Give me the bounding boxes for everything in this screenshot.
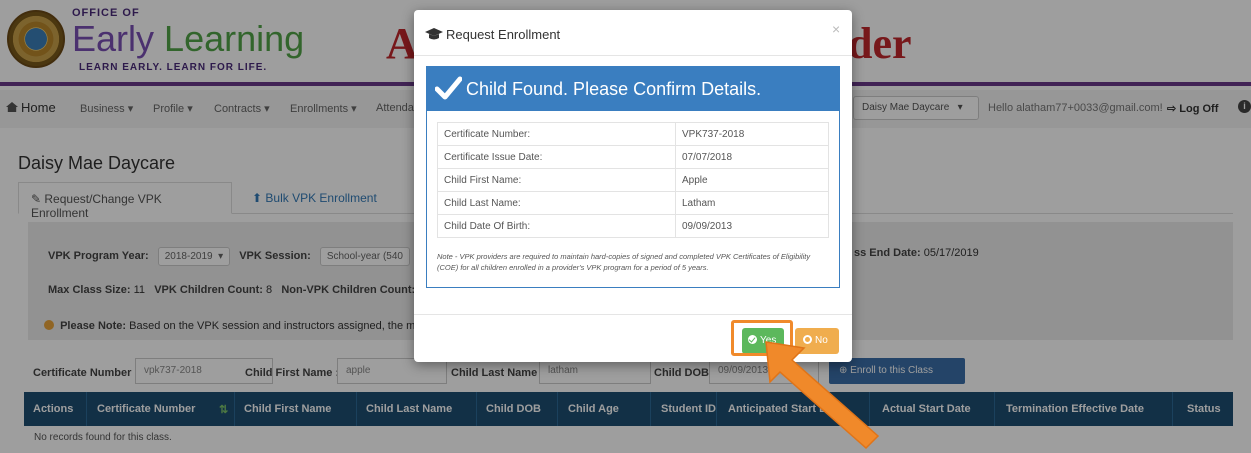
request-enrollment-modal: Request Enrollment × Child Found. Please… bbox=[414, 10, 852, 362]
table-row: Certificate Issue Date: 07/07/2018 bbox=[437, 145, 829, 169]
child-details-table: Certificate Number: VPK737-2018 Certifica… bbox=[437, 122, 829, 238]
child-found-banner: Child Found. Please Confirm Details. bbox=[427, 67, 839, 111]
pointer-arrow-icon bbox=[765, 341, 880, 450]
child-found-panel: Child Found. Please Confirm Details. Cer… bbox=[426, 66, 840, 288]
graduation-cap-icon bbox=[425, 28, 443, 40]
table-row: Child Last Name: Latham bbox=[437, 191, 829, 215]
modal-title: Request Enrollment bbox=[446, 27, 561, 42]
checkmark-icon bbox=[435, 76, 462, 100]
coe-note: Note - VPK providers are required to mai… bbox=[437, 252, 811, 272]
close-icon[interactable]: × bbox=[832, 21, 840, 37]
modal-footer-divider bbox=[414, 314, 852, 315]
modal-header: Request Enrollment × bbox=[414, 10, 852, 56]
table-row: Certificate Number: VPK737-2018 bbox=[437, 122, 829, 146]
table-row: Child Date Of Birth: 09/09/2013 bbox=[437, 214, 829, 238]
table-row: Child First Name: Apple bbox=[437, 168, 829, 192]
